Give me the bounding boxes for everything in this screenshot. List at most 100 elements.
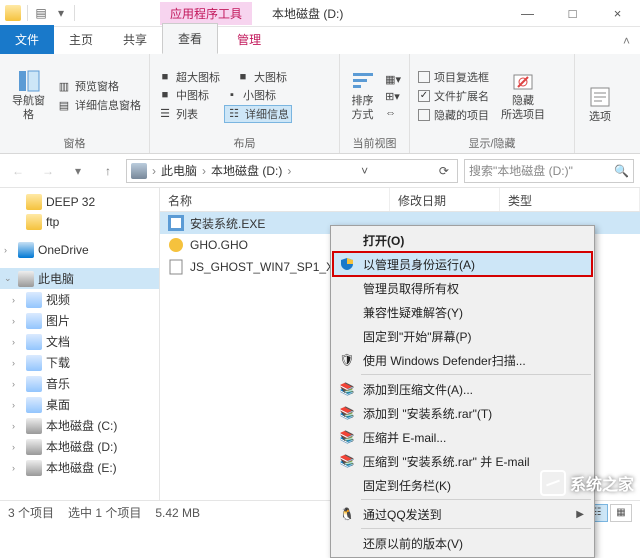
- view-medium-icons[interactable]: ■中图标▪小图标: [158, 87, 292, 103]
- preview-pane-button[interactable]: ▥预览窗格: [57, 78, 141, 94]
- column-type[interactable]: 类型: [500, 188, 640, 211]
- qq-icon: 🐧: [339, 506, 355, 522]
- file-name: JS_GHOST_WIN7_SP1_X86: [190, 260, 347, 274]
- refresh-button[interactable]: ⟳: [435, 164, 453, 178]
- group-label-show-hide: 显示/隐藏: [418, 133, 566, 151]
- maximize-button[interactable]: □: [550, 0, 595, 27]
- group-by-button[interactable]: ▦▾: [385, 73, 401, 86]
- forward-button[interactable]: →: [36, 159, 60, 183]
- history-dropdown[interactable]: ˅: [357, 164, 372, 178]
- winrar-icon: 📚: [339, 453, 355, 469]
- tree-pictures[interactable]: ›图片: [0, 310, 159, 331]
- menu-compress-email[interactable]: 📚压缩并 E-mail...: [333, 425, 592, 449]
- menu-open[interactable]: 打开(O): [333, 228, 592, 252]
- tree-onedrive[interactable]: ›OneDrive: [0, 240, 159, 260]
- back-button[interactable]: ←: [6, 159, 30, 183]
- separator: [27, 5, 28, 21]
- menu-add-rar[interactable]: 📚添加到 "安装系统.rar"(T): [333, 401, 592, 425]
- drive-icon: [131, 163, 147, 179]
- tab-share[interactable]: 共享: [108, 25, 162, 54]
- tab-view[interactable]: 查看: [162, 23, 218, 54]
- group-label-layout: 布局: [158, 133, 331, 151]
- tree-music[interactable]: ›音乐: [0, 373, 159, 394]
- details-pane-button[interactable]: ▤详细信息窗格: [57, 97, 141, 113]
- winrar-icon: 📚: [339, 429, 355, 445]
- file-name: GHO.GHO: [190, 238, 248, 252]
- tree-desktop[interactable]: ›桌面: [0, 394, 159, 415]
- qat-icon[interactable]: ▤: [34, 6, 48, 20]
- menu-add-archive[interactable]: 📚添加到压缩文件(A)...: [333, 377, 592, 401]
- winrar-icon: 📚: [339, 381, 355, 397]
- tree-drive-d[interactable]: ›本地磁盘 (D:): [0, 436, 159, 457]
- hide-selected-button[interactable]: 隐藏 所选项目: [497, 58, 549, 133]
- gho-icon: [168, 237, 184, 253]
- recent-locations-button[interactable]: ▾: [66, 159, 90, 183]
- menu-admin-ownership[interactable]: 管理员取得所有权: [333, 276, 592, 300]
- status-selected: 选中 1 个项目: [68, 504, 141, 521]
- menu-separator: [361, 528, 591, 529]
- add-columns-button[interactable]: ⊞▾: [385, 90, 401, 103]
- menu-pin-start[interactable]: 固定到"开始"屏幕(P): [333, 324, 592, 348]
- nav-pane-label: 导航窗格: [8, 95, 49, 121]
- options-label: 选项: [589, 111, 611, 124]
- tree-this-pc[interactable]: ⌄此电脑: [0, 268, 159, 289]
- menu-send-qq[interactable]: 🐧通过QQ发送到▶: [333, 502, 592, 526]
- tree-folder-deep32[interactable]: DEEP 32: [0, 192, 159, 212]
- options-button[interactable]: 选项: [583, 58, 617, 151]
- file-icon: [168, 259, 184, 275]
- breadcrumb-this-pc[interactable]: 此电脑: [161, 162, 197, 179]
- tree-drive-c[interactable]: ›本地磁盘 (C:): [0, 415, 159, 436]
- tree-documents[interactable]: ›文档: [0, 331, 159, 352]
- tree-downloads[interactable]: ›下载: [0, 352, 159, 373]
- breadcrumb-drive[interactable]: 本地磁盘 (D:): [211, 162, 282, 179]
- search-input[interactable]: 搜索"本地磁盘 (D:)" 🔍: [464, 159, 634, 183]
- search-placeholder: 搜索"本地磁盘 (D:)": [469, 162, 573, 179]
- view-details[interactable]: ☷详细信息: [224, 105, 292, 123]
- defender-icon: 🛡: [339, 352, 355, 368]
- menu-separator: [361, 374, 591, 375]
- sort-by-button[interactable]: 排序方式: [348, 58, 377, 133]
- up-button[interactable]: ↑: [96, 159, 120, 183]
- winrar-icon: 📚: [339, 405, 355, 421]
- navigation-tree[interactable]: DEEP 32 ftp ›OneDrive ⌄此电脑 ›视频 ›图片 ›文档 ›…: [0, 188, 160, 500]
- column-name[interactable]: 名称: [160, 188, 390, 211]
- file-extensions-toggle[interactable]: ✓文件扩展名: [418, 88, 489, 104]
- ribbon-collapse-button[interactable]: ˄: [613, 28, 640, 54]
- qat-dropdown[interactable]: ▾: [54, 6, 68, 20]
- view-list[interactable]: ☰列表☷详细信息: [158, 105, 292, 123]
- watermark: 系统之家: [540, 470, 634, 496]
- watermark-logo-icon: [540, 470, 566, 496]
- file-tab[interactable]: 文件: [0, 25, 54, 54]
- tree-videos[interactable]: ›视频: [0, 289, 159, 310]
- icons-view-button[interactable]: ▦: [610, 504, 632, 522]
- tab-home[interactable]: 主页: [54, 25, 108, 54]
- navigation-pane-button[interactable]: 导航窗格: [8, 58, 49, 133]
- hidden-items-toggle[interactable]: 隐藏的项目: [418, 107, 489, 123]
- view-extra-large-icons[interactable]: ■超大图标■大图标: [158, 69, 292, 85]
- app-icon: [5, 5, 21, 21]
- status-size: 5.42 MB: [155, 506, 200, 520]
- file-name: 安装系统.EXE: [190, 215, 265, 232]
- column-modified[interactable]: 修改日期: [390, 188, 500, 211]
- separator: [74, 5, 75, 21]
- menu-troubleshoot-compat[interactable]: 兼容性疑难解答(Y): [333, 300, 592, 324]
- menu-run-as-admin[interactable]: 以管理员身份运行(A): [333, 252, 592, 276]
- minimize-button[interactable]: —: [505, 0, 550, 27]
- shield-icon: [339, 256, 355, 272]
- tab-manage[interactable]: 管理: [222, 25, 276, 54]
- exe-icon: [168, 215, 184, 231]
- close-button[interactable]: ×: [595, 0, 640, 27]
- menu-defender-scan[interactable]: 🛡使用 Windows Defender扫描...: [333, 348, 592, 372]
- window-title: 本地磁盘 (D:): [272, 5, 343, 22]
- tree-drive-e[interactable]: ›本地磁盘 (E:): [0, 457, 159, 478]
- context-menu: 打开(O) 以管理员身份运行(A) 管理员取得所有权 兼容性疑难解答(Y) 固定…: [330, 225, 595, 558]
- menu-separator: [361, 499, 591, 500]
- sort-label: 排序方式: [348, 95, 377, 121]
- tree-folder-ftp[interactable]: ftp: [0, 212, 159, 232]
- item-checkboxes-toggle[interactable]: 项目复选框: [418, 69, 489, 85]
- size-columns-button[interactable]: ⇔: [385, 107, 401, 119]
- menu-restore-previous[interactable]: 还原以前的版本(V): [333, 531, 592, 555]
- group-label-panes: 窗格: [8, 133, 141, 151]
- breadcrumb[interactable]: › 此电脑 › 本地磁盘 (D:) › ˅ ⟳: [126, 159, 458, 183]
- hide-label: 隐藏 所选项目: [501, 95, 545, 121]
